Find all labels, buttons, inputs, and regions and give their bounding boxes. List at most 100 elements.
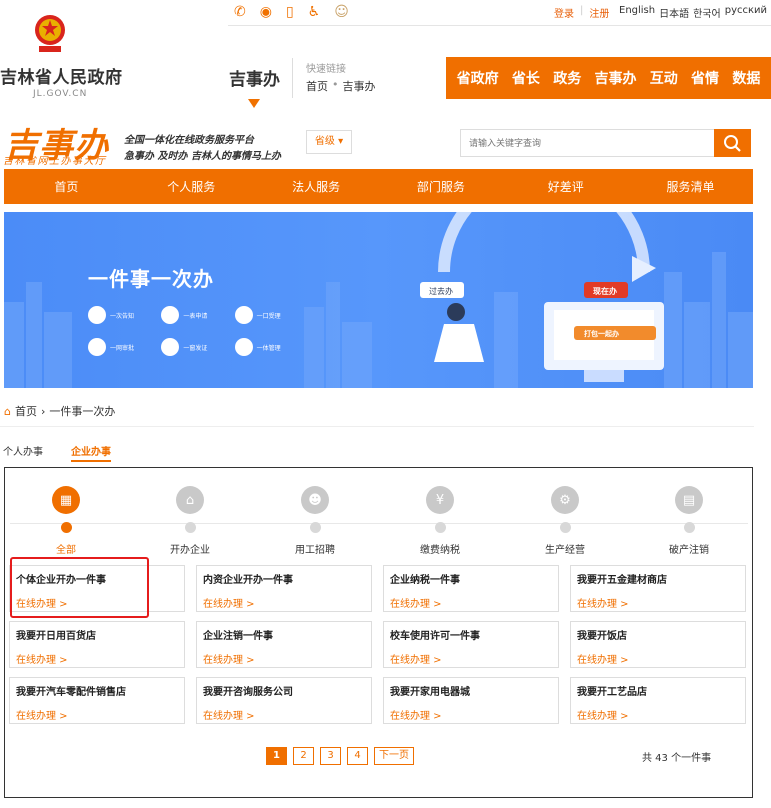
gov-nav-item[interactable]: 互动 (650, 68, 678, 88)
item-card[interactable]: 我要开饭店 在线办理 > (570, 621, 746, 668)
item-title: 内资企业开办一件事 (203, 575, 293, 586)
gov-top-nav: 省政府 省长 政务 吉事办 互动 省情 数据 (446, 57, 771, 99)
online-handle-link[interactable]: 在线办理 > (203, 595, 365, 610)
breadcrumb: ⌂ 首页 › 一件事一次办 (4, 403, 115, 419)
online-handle-link[interactable]: 在线办理 > (16, 651, 178, 666)
gov-nav-item[interactable]: 省长 (512, 68, 540, 88)
banner-features: 一次告知 一表申请 一口受理 一网审批 一窗发证 一体管理 (88, 306, 308, 356)
divider (0, 426, 754, 427)
register-link[interactable]: 注册 (589, 5, 609, 20)
lang-english[interactable]: English (619, 5, 655, 20)
category-tax[interactable]: ¥ 缴费纳税 (390, 486, 490, 556)
main-nav-personal[interactable]: 个人服务 (129, 178, 254, 195)
feature-label: 一表申请 (183, 312, 208, 320)
category-bankruptcy[interactable]: ▤ 破产注销 (639, 486, 739, 556)
category-label: 全部 (56, 545, 76, 556)
form-icon (161, 306, 180, 324)
item-card[interactable]: 我要开工艺品店在线办理 > (570, 677, 746, 724)
timeline-dot (559, 522, 571, 533)
page-button[interactable]: 3 (320, 747, 341, 765)
online-handle-link[interactable]: 在线办理 > (16, 707, 178, 722)
category-operation[interactable]: ⚙ 生产经营 (515, 486, 615, 556)
caret-down-icon (248, 99, 260, 108)
item-card[interactable]: 企业纳税一件事在线办理 > (383, 565, 559, 612)
item-card[interactable]: 校车使用许可一件事 在线办理 > (383, 621, 559, 668)
main-nav-rating[interactable]: 好差评 (503, 178, 628, 195)
item-title: 我要开五金建材商店 (577, 575, 667, 586)
category-start-business[interactable]: ⌂ 开办企业 (140, 486, 240, 556)
gov-title[interactable]: 吉林省人民政府 (0, 63, 123, 88)
national-emblem-icon (35, 15, 65, 52)
gov-nav-item[interactable]: 数据 (732, 68, 760, 88)
search-icon (724, 135, 741, 152)
gov-nav-item[interactable]: 省情 (691, 68, 719, 88)
search-input[interactable] (460, 129, 714, 157)
category-label: 破产注销 (669, 545, 709, 556)
tab-enterprise[interactable]: 企业办事 (71, 443, 111, 462)
main-nav-service-list[interactable]: 服务清单 (628, 178, 753, 195)
quick-link-home[interactable]: 首页 (306, 78, 328, 94)
gov-nav-item[interactable]: 省政府 (457, 68, 499, 88)
feature-label: 一网审批 (110, 344, 135, 352)
online-handle-link[interactable]: 在线办理 > (390, 651, 552, 666)
item-card[interactable]: 我要开家用电器城在线办理 > (383, 677, 559, 724)
tab-personal[interactable]: 个人办事 (3, 443, 43, 458)
elderly-icon[interactable]: ☺ (334, 3, 349, 21)
accept-icon (234, 306, 253, 324)
main-nav-legal[interactable]: 法人服务 (254, 178, 379, 195)
page-button[interactable]: 2 (293, 747, 314, 765)
item-card[interactable]: 我要开五金建材商店在线办理 > (570, 565, 746, 612)
divider (228, 25, 771, 26)
online-handle-link[interactable]: 在线办理 > (390, 707, 552, 722)
lang-russian[interactable]: русский (725, 5, 767, 20)
item-card[interactable]: 我要开咨询服务公司在线办理 > (196, 677, 372, 724)
next-page-button[interactable]: 下一页 (374, 747, 414, 765)
search-button[interactable] (714, 129, 751, 157)
highlight-box (10, 557, 149, 618)
lang-japanese[interactable]: 日本語 (659, 5, 689, 20)
online-handle-link[interactable]: 在线办理 > (390, 595, 552, 610)
online-handle-link[interactable]: 在线办理 > (577, 707, 739, 722)
breadcrumb-home[interactable]: 首页 (15, 403, 37, 419)
category-all[interactable]: ▦ 全部 (16, 486, 116, 556)
page-button[interactable]: 4 (347, 747, 368, 765)
online-handle-link[interactable]: 在线办理 > (577, 651, 739, 666)
online-handle-link[interactable]: 在线办理 > (203, 707, 365, 722)
top-bar: ✆ ◉ ▯ ♿ ☺ 登录 | 注册 English 日本語 한국어 русски… (0, 0, 771, 26)
wechat-icon[interactable]: ✆ (234, 3, 246, 21)
weibo-icon[interactable]: ◉ (260, 3, 272, 21)
item-card[interactable]: 内资企业开办一件事在线办理 > (196, 565, 372, 612)
banner: 过去办 现在办 打包一起办 一件事一次办 一次告知 一表申请 一口受理 一网审批… (4, 212, 753, 388)
item-title: 我要开家用电器城 (390, 687, 470, 698)
page-button[interactable]: 1 (266, 747, 287, 765)
item-title: 我要开咨询服务公司 (203, 687, 293, 698)
banner-feature: 一表申请 (161, 306, 234, 324)
item-title: 企业纳税一件事 (390, 575, 460, 586)
login-link[interactable]: 登录 (554, 5, 574, 20)
gov-nav-item[interactable]: 吉事办 (594, 68, 636, 88)
certificate-icon (161, 338, 180, 356)
main-nav-home[interactable]: 首页 (4, 178, 129, 195)
item-title: 我要开工艺品店 (577, 687, 647, 698)
lang-korean[interactable]: 한국어 (693, 5, 721, 20)
category-label: 用工招聘 (295, 545, 335, 556)
chevron-right-icon: › (40, 404, 46, 418)
online-handle-link[interactable]: 在线办理 > (203, 651, 365, 666)
pagination: 1 2 3 4 下一页 (266, 747, 414, 765)
auth-links: 登录 | 注册 (554, 5, 609, 20)
level-select[interactable]: 省级 ▾ (306, 130, 352, 154)
item-card[interactable]: 我要开日用百货店 在线办理 > (9, 621, 185, 668)
gov-nav-item[interactable]: 政务 (553, 68, 581, 88)
category-recruitment[interactable]: ☻ 用工招聘 (265, 486, 365, 556)
feature-label: 一窗发证 (183, 344, 208, 352)
main-nav-department[interactable]: 部门服务 (378, 178, 503, 195)
quick-link-jishiban[interactable]: 吉事办 (343, 78, 376, 94)
item-card[interactable]: 我要开汽车零配件销售店 在线办理 > (9, 677, 185, 724)
accessibility-icon[interactable]: ♿ (308, 3, 321, 21)
feature-label: 一次告知 (110, 312, 135, 320)
mobile-icon[interactable]: ▯ (286, 3, 294, 21)
past-label: 过去办 (429, 287, 453, 296)
online-handle-link[interactable]: 在线办理 > (577, 595, 739, 610)
item-card[interactable]: 企业注销一件事 在线办理 > (196, 621, 372, 668)
category-label: 开办企业 (170, 545, 210, 556)
